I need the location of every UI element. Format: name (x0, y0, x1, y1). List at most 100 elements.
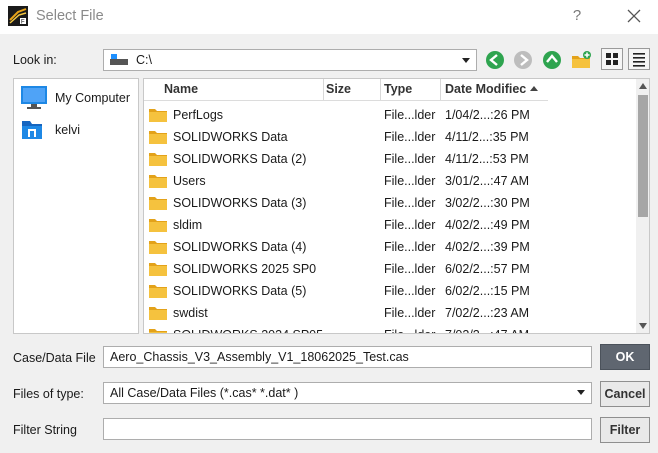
table-row[interactable]: SOLIDWORKS Data (4) File...lder 4/02/2...:… (144, 236, 634, 258)
filter-button[interactable]: Filter (600, 417, 650, 443)
cell-date: 7/02/2...:23 AM (445, 306, 530, 320)
table-row[interactable]: swdist File...lder 7/02/2...:23 AM (144, 302, 634, 324)
list-view-icon[interactable] (601, 48, 623, 70)
column-header-date-label: Date Modifiec (445, 82, 527, 96)
case-file-input[interactable]: Aero_Chassis_V3_Assembly_V1_18062025_Tes… (103, 346, 592, 368)
table-row[interactable]: PerfLogs File...lder 1/04/2...:26 PM (144, 104, 634, 126)
column-header-name[interactable]: Name (164, 82, 198, 96)
cell-name: sldim (173, 218, 203, 232)
forward-icon[interactable] (512, 49, 534, 71)
new-folder-icon[interactable] (570, 49, 592, 71)
folder-icon (149, 285, 167, 298)
folder-icon (149, 109, 167, 122)
table-row[interactable]: Users File...lder 3/01/2...:47 AM (144, 170, 634, 192)
cell-date: 7/02/2...:47 AM (445, 328, 529, 333)
cell-date: 6/02/2...:57 PM (445, 262, 530, 276)
close-icon[interactable] (622, 4, 646, 28)
cell-type: File...lder (384, 262, 436, 276)
table-row[interactable]: SOLIDWORKS Data File...lder 4/11/2...:35 P… (144, 126, 634, 148)
folder-icon (149, 329, 167, 333)
cell-type: File...lder (384, 218, 436, 232)
detail-view-icon[interactable] (628, 48, 650, 70)
file-type-label: Files of type: (13, 387, 84, 401)
svg-text:F: F (21, 20, 25, 26)
cell-date: 4/02/2...:39 PM (445, 240, 530, 254)
cell-type: File...lder (384, 130, 436, 144)
cell-name: SOLIDWORKS Data (5) (173, 284, 307, 298)
cell-date: 4/02/2...:49 PM (445, 218, 530, 232)
cell-type: File...lder (384, 174, 436, 188)
cancel-button[interactable]: Cancel (600, 381, 650, 407)
folder-icon (149, 153, 167, 166)
column-header-date[interactable]: Date Modifiec (445, 82, 539, 96)
title-bar: F Select File ? (0, 0, 658, 34)
cell-type: File...lder (384, 328, 435, 333)
cell-name: SOLIDWORKS Data (4) (173, 240, 307, 254)
filter-input[interactable] (103, 418, 592, 440)
cell-date: 4/11/2...:53 PM (445, 152, 529, 166)
folder-icon (149, 175, 167, 188)
computer-icon (21, 86, 47, 109)
lookin-value: C:\ (136, 53, 152, 67)
scroll-down-icon[interactable] (639, 323, 647, 329)
cell-name: PerfLogs (173, 108, 224, 122)
table-row[interactable]: sldim File...lder 4/02/2...:49 PM (144, 214, 634, 236)
cell-date: 1/04/2...:26 PM (445, 108, 530, 122)
column-header-size[interactable]: Size (326, 82, 351, 96)
file-type-dropdown[interactable]: All Case/Data Files (*.cas* *.dat* ) (103, 382, 592, 404)
cell-type: File...lder (384, 306, 436, 320)
cell-name: swdist (173, 306, 208, 320)
cell-type: File...lder (384, 284, 436, 298)
file-type-value: All Case/Data Files (*.cas* *.dat* ) (110, 386, 299, 400)
cell-type: File...lder (384, 196, 436, 210)
chevron-down-icon[interactable] (462, 58, 470, 63)
cell-name: SOLIDWORKS 2025 SP0 (173, 262, 317, 276)
filter-label: Filter String (13, 423, 77, 437)
folder-icon (149, 197, 167, 210)
file-list-header: Name Size Type Date Modifiec (144, 79, 548, 101)
column-divider[interactable] (323, 79, 324, 100)
scroll-up-icon[interactable] (639, 83, 647, 89)
vertical-scrollbar[interactable] (636, 79, 649, 333)
cell-date: 4/11/2...:35 PM (445, 130, 529, 144)
file-list[interactable]: Name Size Type Date Modifiec PerfLogs Fil… (143, 78, 650, 334)
ok-button[interactable]: OK (600, 344, 650, 370)
user-folder-icon (22, 121, 42, 139)
cell-name: SOLIDWORKS Data (173, 130, 288, 144)
folder-icon (149, 241, 167, 254)
cell-name: Users (173, 174, 206, 188)
table-row[interactable]: SOLIDWORKS Data (2) File...lder 4/11/2...:… (144, 148, 634, 170)
window-title: Select File (36, 8, 104, 24)
table-row[interactable]: SOLIDWORKS 2025 SP0 File...lder 6/02/2...:… (144, 258, 634, 280)
sidebar-item-kelvi[interactable]: kelvi (20, 117, 136, 143)
case-file-label: Case/Data File (13, 351, 96, 365)
sidebar-item-label: My Computer (55, 91, 131, 105)
app-icon: F (8, 6, 28, 26)
sidebar-item-label: kelvi (55, 123, 81, 137)
lookin-label: Look in: (13, 53, 57, 67)
scrollbar-thumb[interactable] (638, 95, 648, 217)
column-divider[interactable] (380, 79, 381, 100)
column-header-type[interactable]: Type (384, 82, 412, 96)
table-row[interactable]: SOLIDWORKS 2024 SP05 File...lder 7/02/2...… (144, 324, 634, 333)
up-icon[interactable] (541, 49, 563, 71)
cell-type: File...lder (384, 240, 436, 254)
folder-icon (149, 263, 167, 276)
table-row[interactable]: SOLIDWORKS Data (3) File...lder 3/02/2...:… (144, 192, 634, 214)
help-button[interactable]: ? (568, 7, 586, 24)
cell-name: SOLIDWORKS 2024 SP05 (173, 328, 323, 333)
chevron-down-icon[interactable] (577, 390, 585, 395)
sort-ascending-icon (530, 86, 539, 91)
column-divider[interactable] (440, 79, 441, 100)
folder-icon (149, 307, 167, 320)
cell-type: File...lder (384, 108, 436, 122)
lookin-dropdown[interactable]: C:\ (103, 49, 477, 71)
folder-icon (149, 219, 167, 232)
cell-name: SOLIDWORKS Data (2) (173, 152, 307, 166)
cell-date: 6/02/2...:15 PM (445, 284, 530, 298)
back-icon[interactable] (484, 49, 506, 71)
table-row[interactable]: SOLIDWORKS Data (5) File...lder 6/02/2...:… (144, 280, 634, 302)
sidebar-item-my-computer[interactable]: My Computer (20, 85, 136, 111)
cell-date: 3/02/2...:30 PM (445, 196, 530, 210)
cell-name: SOLIDWORKS Data (3) (173, 196, 307, 210)
